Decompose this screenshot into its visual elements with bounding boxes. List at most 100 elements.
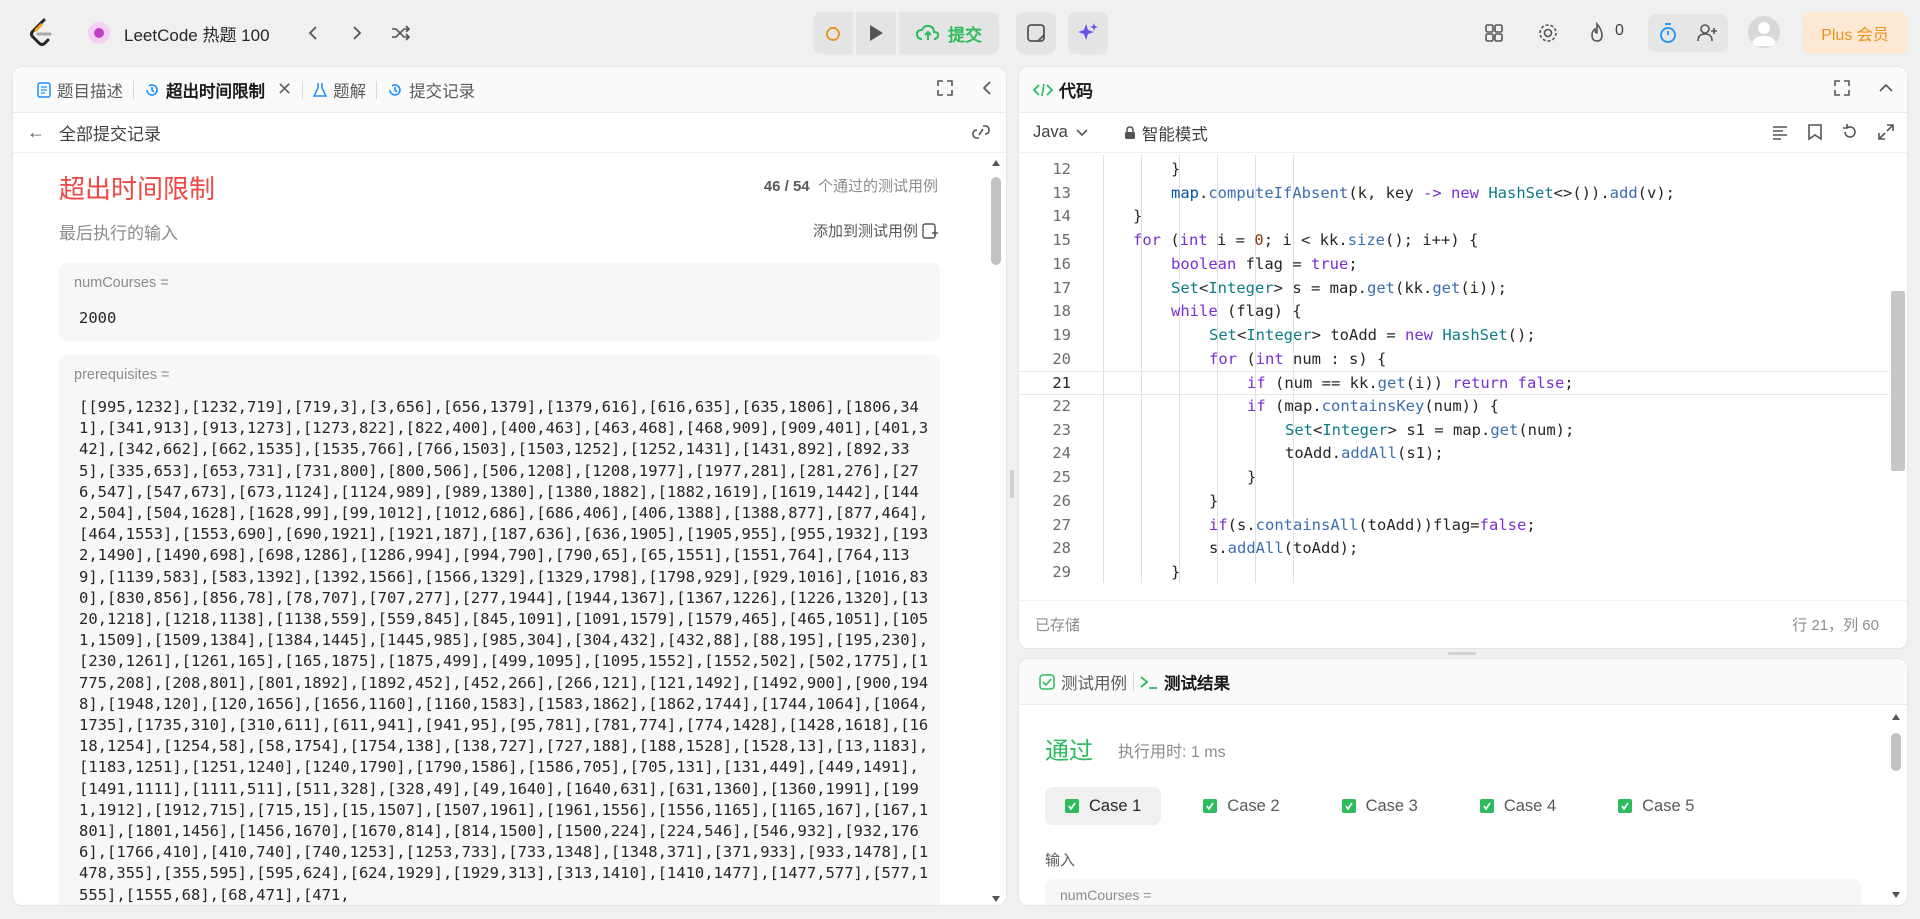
collapse-icon[interactable] xyxy=(980,79,994,102)
vertical-resize-handle[interactable] xyxy=(1010,470,1014,498)
prev-problem-icon[interactable] xyxy=(300,20,326,46)
line-number: 28 xyxy=(1052,539,1071,558)
scrollbar-thumb[interactable] xyxy=(1891,733,1901,771)
code-text: if (num == kk.get(i)) return false; xyxy=(1247,374,1574,393)
code-text: } xyxy=(1247,468,1257,487)
tab-time-limit-exceeded[interactable]: 超出时间限制 ✕ xyxy=(134,67,302,113)
notes-button[interactable] xyxy=(1016,12,1056,54)
test-scrollbar[interactable] xyxy=(1889,711,1903,901)
random-problem-icon[interactable] xyxy=(388,20,414,46)
code-toolbar: Java 智能模式 xyxy=(1019,113,1907,153)
submit-button[interactable]: 提交 xyxy=(899,12,999,54)
case-tab-4[interactable]: Case 4 xyxy=(1460,787,1576,825)
leetcode-logo-icon[interactable] xyxy=(28,18,56,48)
code-line[interactable]: 26} xyxy=(1019,490,1889,514)
code-title: 代码 xyxy=(1059,82,1093,101)
code-line[interactable]: 25} xyxy=(1019,466,1889,490)
plus-membership-button[interactable]: Plus 会员 xyxy=(1802,12,1908,54)
code-text: if (map.containsKey(num)) { xyxy=(1247,397,1499,415)
streak-fire-icon[interactable] xyxy=(1582,18,1612,48)
code-line[interactable]: 13 map.computeIfAbsent(k, key -> new Hash… xyxy=(1019,182,1889,206)
layout-icon[interactable] xyxy=(1479,18,1509,48)
scrollbar-thumb[interactable] xyxy=(991,177,1001,265)
close-tab-icon[interactable]: ✕ xyxy=(277,79,292,100)
scroll-down-icon xyxy=(992,896,1000,902)
case-tab-3[interactable]: Case 3 xyxy=(1322,787,1438,825)
code-line[interactable]: 16 boolean flag = true; xyxy=(1019,253,1889,277)
case-tab-2[interactable]: Case 2 xyxy=(1183,787,1299,825)
ai-assistant-button[interactable] xyxy=(1068,12,1108,54)
document-icon xyxy=(37,81,51,98)
code-line[interactable]: 22 if (map.containsKey(num)) { xyxy=(1019,395,1889,419)
code-line[interactable]: 27 if(s.containsAll(toAdd))flag=false; xyxy=(1019,514,1889,538)
debug-button[interactable] xyxy=(813,12,853,54)
problem-list[interactable]: LeetCode 热题 100 xyxy=(88,20,270,46)
code-line[interactable]: 18 while (flag) { xyxy=(1019,300,1889,324)
code-editor[interactable]: 12} 13 map.computeIfAbsent(k, key -> new H… xyxy=(1019,155,1907,583)
code-line[interactable]: 28 s.addAll(toAdd); xyxy=(1019,537,1889,561)
timer-icon[interactable] xyxy=(1648,14,1688,52)
code-line[interactable]: 24 toAdd.addAll(s1); xyxy=(1019,442,1889,466)
flask-icon xyxy=(313,82,328,97)
format-icon[interactable] xyxy=(1771,123,1789,146)
tab-submissions[interactable]: 提交记录 xyxy=(377,67,485,113)
code-scrollbar[interactable] xyxy=(1889,155,1907,583)
case-tab-1[interactable]: Case 1 xyxy=(1045,787,1162,825)
add-friend-icon[interactable] xyxy=(1688,14,1728,52)
back-arrow-icon[interactable]: ← xyxy=(27,122,45,143)
scrollbar-thumb[interactable] xyxy=(1891,291,1905,471)
tab-solutions[interactable]: 题解 xyxy=(303,67,376,113)
scrollbar[interactable] xyxy=(986,155,1006,905)
code-line[interactable]: 20 for (int num : s) { xyxy=(1019,348,1889,372)
next-problem-icon[interactable] xyxy=(344,20,370,46)
maximize-icon[interactable] xyxy=(1833,79,1851,102)
maximize-icon[interactable] xyxy=(936,79,954,102)
language-select[interactable]: Java xyxy=(1033,123,1088,142)
tab-test-result[interactable]: 测试结果 xyxy=(1134,670,1236,694)
collapse-up-icon[interactable] xyxy=(1877,79,1895,102)
prerequisites-value: [[995,1232],[1232,719],[719,3],[3,656],[… xyxy=(79,398,929,904)
history-icon xyxy=(146,83,158,96)
add-to-testcase-button[interactable]: 添加到测试用例 xyxy=(813,220,938,241)
run-button[interactable] xyxy=(856,12,896,54)
lock-icon xyxy=(1124,125,1135,139)
share-link-icon[interactable] xyxy=(970,123,992,146)
code-text: } xyxy=(1171,562,1181,581)
tab-description[interactable]: 题目描述 xyxy=(27,67,133,113)
code-text: toAdd.addAll(s1); xyxy=(1285,444,1444,463)
input-box: numCourses = xyxy=(1045,879,1861,905)
last-input-label: 最后执行的输入 xyxy=(59,224,178,243)
panel-controls xyxy=(936,79,994,102)
num-courses-label: numCourses = xyxy=(74,275,169,291)
bookmark-icon[interactable] xyxy=(1807,123,1823,146)
result-title: 超出时间限制 xyxy=(59,174,216,204)
fullscreen-icon[interactable] xyxy=(1877,123,1895,146)
play-icon xyxy=(870,25,883,41)
passed-count: 46 / 54 个通过的测试用例 xyxy=(763,178,938,195)
line-number: 25 xyxy=(1052,468,1071,487)
sparkle-icon xyxy=(1078,23,1098,40)
all-submissions-link[interactable]: 全部提交记录 xyxy=(59,120,161,145)
smart-mode-toggle[interactable]: 智能模式 xyxy=(1124,121,1208,145)
code-line[interactable]: 12} xyxy=(1019,158,1889,182)
input-label: 输入 xyxy=(1045,852,1076,869)
submit-label: 提交 xyxy=(948,25,982,45)
code-line[interactable]: 14} xyxy=(1019,205,1889,229)
code-line[interactable]: 19 Set<Integer> toAdd = new HashSet(); xyxy=(1019,324,1889,348)
horizontal-resize-handle[interactable] xyxy=(1448,652,1476,655)
code-line[interactable]: 15 for (int i = 0; i < kk.size(); i++) { xyxy=(1019,229,1889,253)
cursor-position: 行 21，列 60 xyxy=(1792,617,1879,634)
code-icon xyxy=(1033,83,1053,96)
user-avatar[interactable] xyxy=(1748,16,1780,48)
code-line[interactable]: 21 if (num == kk.get(i)) return false; xyxy=(1019,371,1889,395)
tab-testcases[interactable]: 测试用例 xyxy=(1033,670,1133,694)
code-line[interactable]: 17 Set<Integer> s = map.get(kk.get(i)); xyxy=(1019,277,1889,301)
reset-icon[interactable] xyxy=(1841,123,1859,146)
submission-header: ← 全部提交记录 xyxy=(13,113,1006,153)
line-number: 15 xyxy=(1052,231,1071,250)
code-line[interactable]: 23 Set<Integer> s1 = map.get(num); xyxy=(1019,419,1889,443)
settings-gear-icon[interactable] xyxy=(1533,18,1563,48)
code-text: boolean flag = true; xyxy=(1171,254,1358,273)
code-line[interactable]: 29} xyxy=(1019,561,1889,583)
case-tab-5[interactable]: Case 5 xyxy=(1598,787,1714,825)
